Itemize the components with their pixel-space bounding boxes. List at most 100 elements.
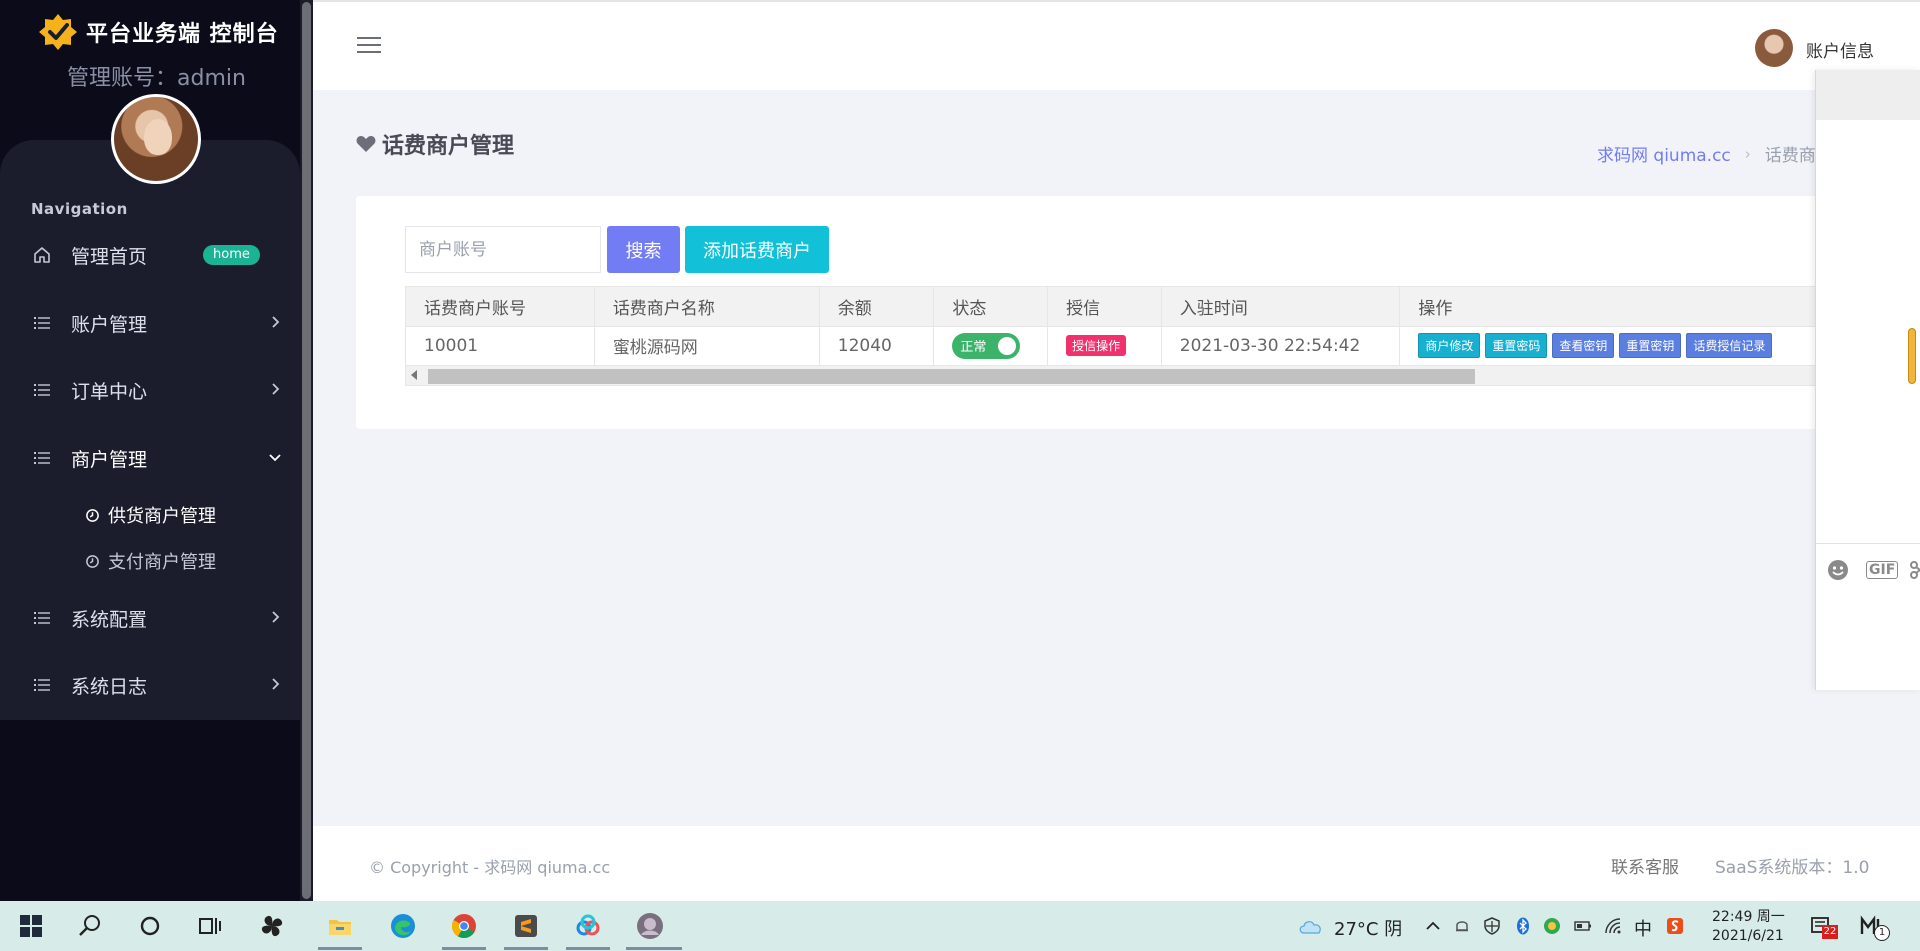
reset-password-button[interactable]: 重置密码 xyxy=(1485,333,1548,359)
column-header-balance: 余额 xyxy=(819,287,935,327)
user-avatar[interactable] xyxy=(1755,29,1793,67)
merchant-account-search-input[interactable] xyxy=(405,226,601,273)
breadcrumb-separator-icon: › xyxy=(1744,144,1751,163)
baidu-netdisk-icon[interactable] xyxy=(574,912,602,940)
weather-text[interactable]: 27°C 阴 xyxy=(1334,915,1402,941)
column-header-credit: 授信 xyxy=(1047,287,1162,327)
emoji-icon[interactable] xyxy=(1826,558,1850,582)
search-icon[interactable] xyxy=(76,912,104,940)
admin-avatar[interactable] xyxy=(111,94,201,184)
menu-toggle-icon[interactable] xyxy=(357,35,381,55)
clock-time[interactable]: 22:49 周一 xyxy=(1712,906,1785,926)
chevron-down-icon xyxy=(269,454,281,462)
sidebar-item-system-config[interactable]: 系统配置 xyxy=(0,594,300,642)
sogou-input-icon[interactable] xyxy=(1666,917,1684,935)
chevron-right-icon xyxy=(272,383,280,395)
battery-icon[interactable] xyxy=(1574,917,1592,935)
notification-bell-icon[interactable] xyxy=(1453,917,1471,935)
chat-scrollbar-thumb[interactable] xyxy=(1908,328,1916,384)
cell-balance: 12040 xyxy=(819,326,935,365)
sync-status-icon[interactable] xyxy=(1543,917,1561,935)
chrome-browser-icon[interactable] xyxy=(450,912,478,940)
page-title: 话费商户管理 xyxy=(382,134,515,159)
add-merchant-button[interactable]: 添加话费商户 xyxy=(685,226,829,273)
netdisk-active-indicator xyxy=(566,947,610,950)
windows-start-icon[interactable] xyxy=(17,912,45,940)
status-toggle[interactable]: 正常 xyxy=(952,332,1021,359)
pinwheel-app-icon[interactable] xyxy=(258,912,286,940)
chat-divider xyxy=(1816,543,1920,544)
gif-button[interactable]: GIF xyxy=(1866,561,1899,579)
contact-support-link[interactable]: 联系客服 xyxy=(1611,853,1679,878)
sidebar-item-system-log[interactable]: 系统日志 xyxy=(0,661,300,709)
sidebar-subitem-label: 供货商户管理 xyxy=(108,506,216,527)
column-header-name: 话费商户名称 xyxy=(594,287,820,327)
column-header-status: 状态 xyxy=(933,287,1049,327)
chat-app-active-indicator xyxy=(626,947,682,950)
chevron-right-icon xyxy=(272,678,280,690)
scissors-icon[interactable] xyxy=(1908,558,1920,582)
chevron-right-icon xyxy=(272,611,280,623)
sidebar-item-merchants[interactable]: 商户管理 xyxy=(0,434,300,482)
chrome-active-indicator xyxy=(442,947,486,950)
clock-date[interactable]: 2021/6/21 xyxy=(1712,928,1784,944)
table-horizontal-scrollbar[interactable] xyxy=(406,365,1919,385)
list-icon xyxy=(34,317,50,329)
chat-app-avatar-icon[interactable] xyxy=(636,912,664,940)
merchant-table: 话费商户账号 话费商户名称 余额 状态 授信 入驻时间 操作 10001 蜜桃源… xyxy=(405,286,1920,386)
footer: © Copyright - 求码网 qiuma.cc 联系客服 SaaS系统版本… xyxy=(313,826,1920,901)
view-secret-key-button[interactable]: 查看密钥 xyxy=(1552,333,1615,359)
file-explorer-icon[interactable] xyxy=(326,912,354,940)
clock-icon xyxy=(86,554,99,568)
sidebar-subitem-payment-merchants[interactable]: 支付商户管理 xyxy=(85,546,216,576)
notification-count-badge: 22 xyxy=(1822,925,1838,939)
sidebar-item-label: 系统配置 xyxy=(71,608,148,631)
home-badge: home xyxy=(203,245,260,265)
task-view-icon[interactable] xyxy=(196,912,224,940)
copyright-text: © Copyright - 求码网 qiuma.cc xyxy=(369,858,611,877)
home-icon xyxy=(34,247,50,263)
column-header-join-time: 入驻时间 xyxy=(1161,287,1401,327)
sidebar-item-home[interactable]: 管理首页 home xyxy=(0,231,300,279)
sidebar-subitem-label: 支付商户管理 xyxy=(108,552,216,573)
sublime-text-icon[interactable] xyxy=(512,912,540,940)
account-info-link[interactable]: 账户信息 xyxy=(1806,37,1874,62)
merchant-table-grid: 话费商户账号 话费商户名称 余额 状态 授信 入驻时间 操作 10001 蜜桃源… xyxy=(406,287,1919,365)
credit-records-button[interactable]: 话费授信记录 xyxy=(1686,333,1773,359)
sublime-active-indicator xyxy=(504,947,548,950)
breadcrumb-home-link[interactable]: 求码网 qiuma.cc xyxy=(1597,141,1731,166)
table-header-row: 话费商户账号 话费商户名称 余额 状态 授信 入驻时间 操作 xyxy=(406,287,1919,327)
clock-icon xyxy=(86,508,99,522)
ime-indicator[interactable]: 中 xyxy=(1634,915,1652,941)
version-text: SaaS系统版本：1.0 xyxy=(1715,858,1870,878)
cell-credit: 授信操作 xyxy=(1047,326,1162,365)
os-taskbar: 27°C 阴 中 22:49 周一 2021/6/21 xyxy=(0,901,1920,951)
wifi-icon[interactable] xyxy=(1604,917,1622,935)
cell-account: 10001 xyxy=(406,326,595,365)
chevron-right-icon xyxy=(272,316,280,328)
credit-action-button[interactable]: 授信操作 xyxy=(1066,335,1127,357)
edit-merchant-button[interactable]: 商户修改 xyxy=(1418,333,1481,359)
cell-join-time: 2021-03-30 22:54:42 xyxy=(1161,326,1401,365)
sidebar-item-accounts[interactable]: 账户管理 xyxy=(0,299,300,347)
table-scrollbar-thumb[interactable] xyxy=(428,369,1475,384)
edge-browser-icon[interactable] xyxy=(389,912,417,940)
admin-account-label: 管理账号：admin xyxy=(67,66,246,91)
sidebar-item-orders[interactable]: 订单中心 xyxy=(0,366,300,414)
chat-panel-header[interactable] xyxy=(1816,70,1920,120)
bluetooth-icon[interactable] xyxy=(1514,917,1532,935)
reset-secret-key-button[interactable]: 重置密钥 xyxy=(1619,333,1682,359)
sidebar-scrollbar-thumb[interactable] xyxy=(302,2,311,899)
scroll-left-arrow-icon[interactable] xyxy=(411,370,417,380)
brand[interactable]: 平台业务端 控制台 xyxy=(38,12,279,52)
brand-title: 平台业务端 控制台 xyxy=(86,22,279,47)
search-button[interactable]: 搜索 xyxy=(607,226,680,273)
sidebar: 平台业务端 控制台 管理账号：admin Navigation 管理首页 hom… xyxy=(0,0,313,901)
table-row: 10001 蜜桃源码网 12040 正常 授信操作 2021-03-30 22:… xyxy=(406,326,1919,365)
sidebar-subitem-supply-merchants[interactable]: 供货商户管理 xyxy=(85,500,216,530)
chat-toolbar: GIF xyxy=(1826,556,1920,584)
weather-cloud-icon[interactable] xyxy=(1298,917,1324,935)
security-shield-icon[interactable] xyxy=(1483,917,1501,935)
cortana-icon[interactable] xyxy=(136,912,164,940)
chevron-up-icon[interactable] xyxy=(1424,917,1442,935)
